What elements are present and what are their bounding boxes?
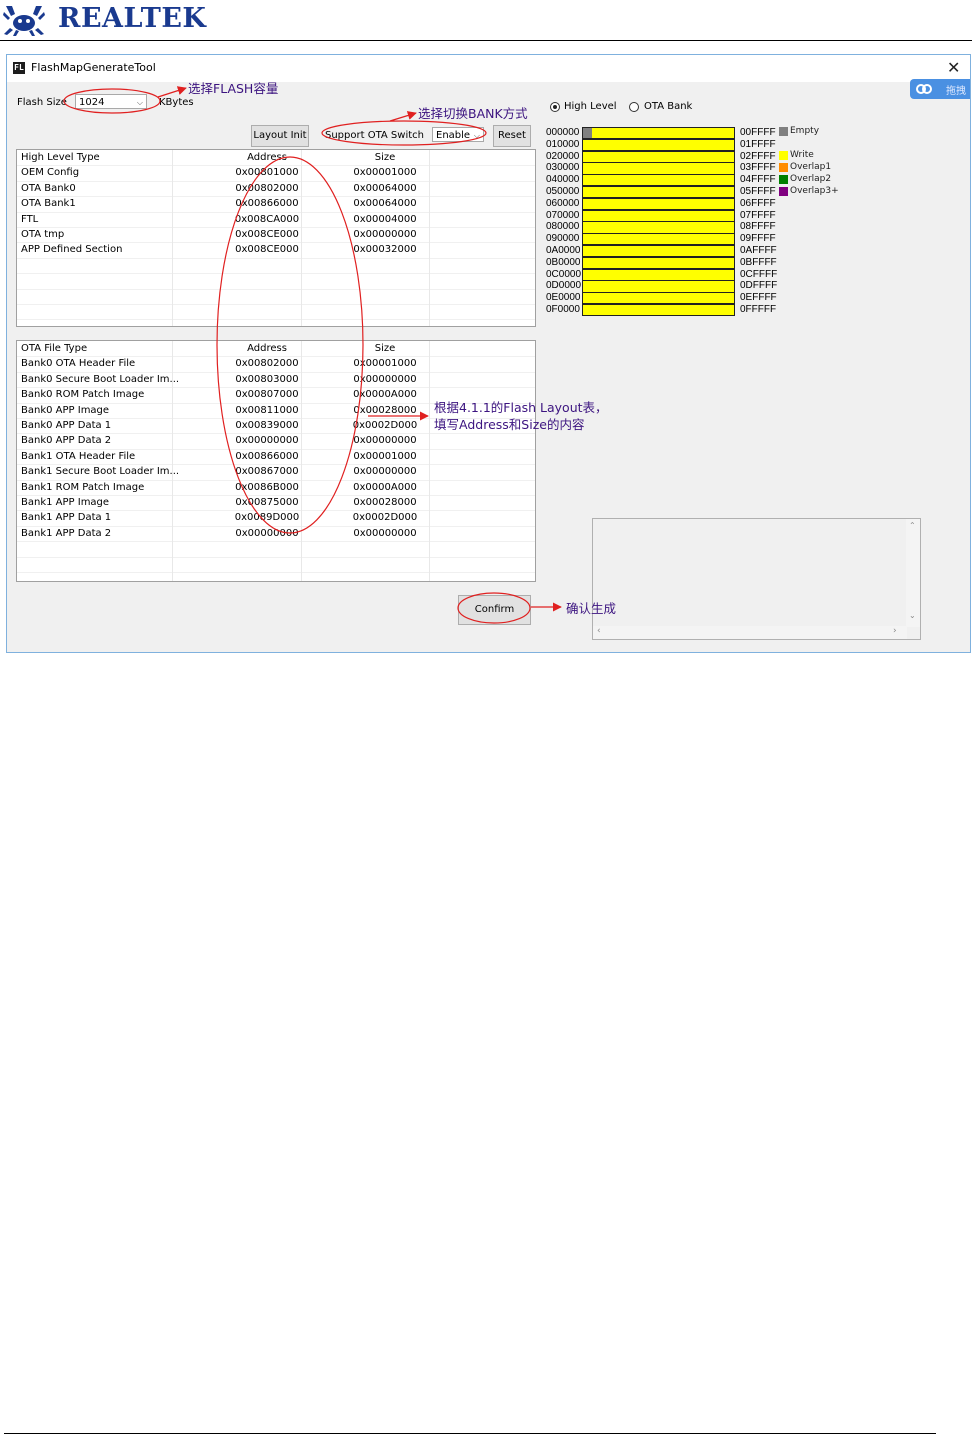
annotation-fill-line2: 填写Address和Size的内容 — [434, 417, 585, 432]
ota-switch-arrow — [389, 111, 417, 122]
address-size-highlight — [216, 156, 364, 534]
flash-size-highlight — [63, 88, 161, 114]
footer-divider — [4, 1433, 936, 1434]
confirm-highlight — [457, 592, 531, 624]
annotation-bank-mode: 选择切换BANK方式 — [418, 106, 528, 121]
annotation-confirm: 确认生成 — [566, 601, 617, 616]
annotation-flash-size: 选择FLASH容量 — [188, 81, 279, 96]
flash-size-arrow — [157, 86, 187, 98]
ota-switch-highlight — [321, 120, 487, 146]
